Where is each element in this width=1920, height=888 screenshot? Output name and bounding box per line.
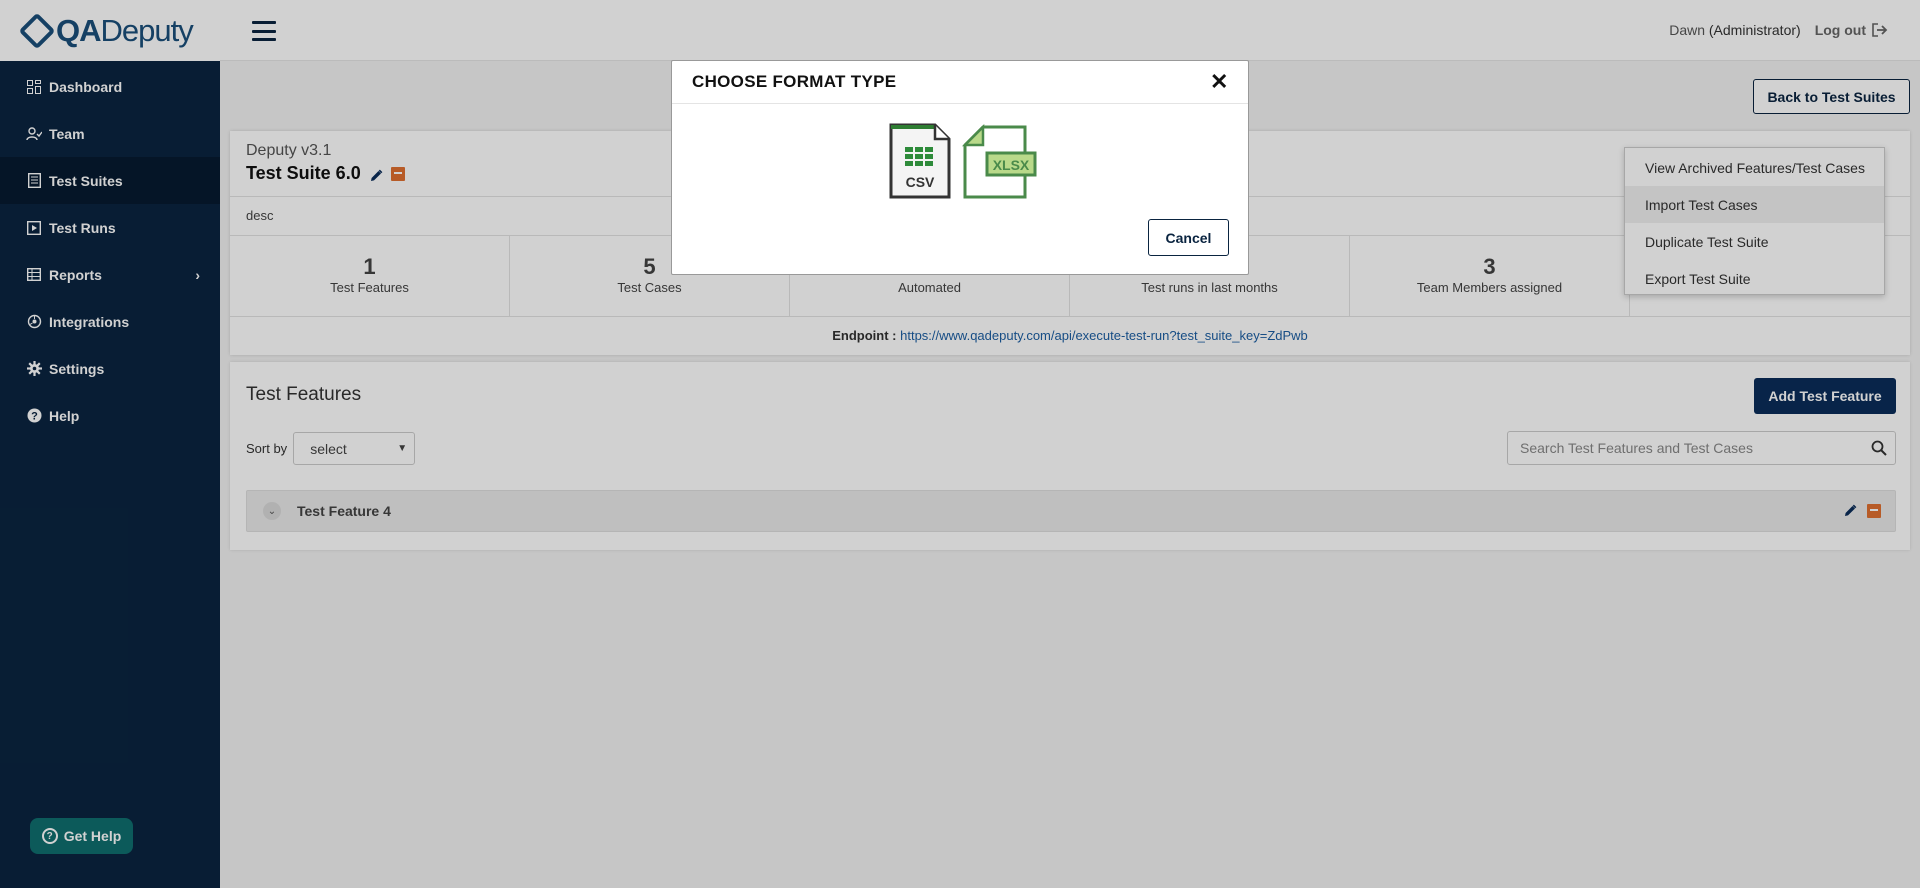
close-icon[interactable]: ✕ — [1210, 71, 1228, 93]
modal-header: CHOOSE FORMAT TYPE ✕ — [672, 61, 1248, 104]
modal-title: CHOOSE FORMAT TYPE — [692, 72, 897, 91]
csv-file-icon[interactable]: CSV — [889, 123, 951, 199]
xlsx-label: XLSX — [993, 157, 1030, 173]
format-options: CSV XLSX — [889, 123, 1037, 199]
choose-format-modal: CHOOSE FORMAT TYPE ✕ CSV XLSX Cancel — [671, 60, 1249, 275]
cancel-button[interactable]: Cancel — [1148, 219, 1229, 256]
csv-label: CSV — [906, 174, 935, 190]
xlsx-file-icon[interactable]: XLSX — [961, 123, 1037, 199]
